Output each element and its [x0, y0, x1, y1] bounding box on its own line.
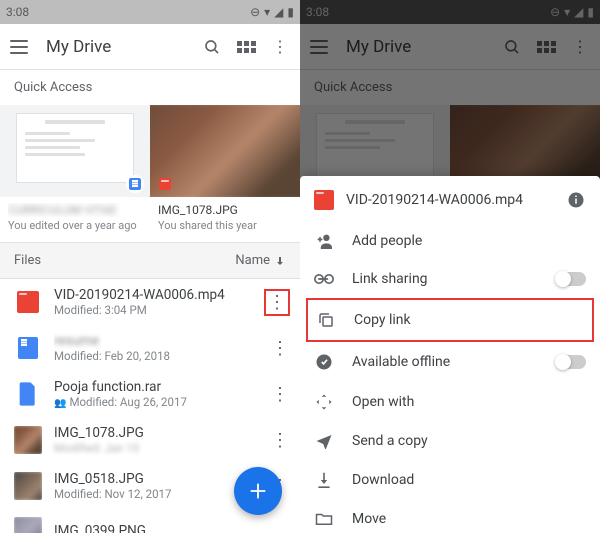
- drive-listing-screen: 3:08 ⊖ ▾ ◢ ▮ My Drive ⋮ Quick Access: [0, 0, 300, 533]
- docs-badge-icon: [126, 175, 144, 193]
- view-grid-icon[interactable]: [236, 37, 256, 57]
- file-name: IMG_0399.PNG: [54, 523, 290, 533]
- action-open-with[interactable]: Open with: [300, 382, 600, 422]
- page-title: My Drive: [46, 37, 202, 57]
- quick-access-label: Quick Access: [0, 70, 300, 105]
- video-badge-icon: [156, 175, 174, 193]
- action-add-people[interactable]: Add people: [300, 222, 600, 260]
- action-label: Move: [352, 511, 386, 527]
- file-subtitle: Modified: Nov 12, 2017: [54, 487, 258, 501]
- sheet-header: VID-20190214-WA0006.mp4: [300, 176, 600, 222]
- highlight-copy-link: Copy link: [306, 298, 594, 342]
- file-subtitle: Modified: Jan 10: [54, 441, 258, 455]
- file-subtitle: Modified: Feb 20, 2018: [54, 349, 258, 363]
- action-label: Copy link: [354, 312, 411, 328]
- app-bar: My Drive ⋮: [0, 24, 300, 70]
- overflow-icon[interactable]: ⋮: [270, 37, 290, 57]
- menu-icon[interactable]: [10, 40, 28, 54]
- generic-file-icon: [14, 380, 42, 408]
- image-thumb-icon: [14, 472, 42, 500]
- file-subtitle: Modified: 3:04 PM: [54, 303, 252, 317]
- action-label: Add people: [352, 233, 422, 249]
- file-name: IMG_1078.JPG: [54, 425, 258, 441]
- image-thumb-icon: [14, 426, 42, 454]
- file-subtitle: 👥Modified: Aug 26, 2017: [54, 395, 258, 409]
- quick-access-row: CURRICULUM VITAE You edited over a year …: [0, 105, 300, 243]
- file-more-icon[interactable]: ⋮: [270, 338, 290, 359]
- link-icon: [314, 273, 334, 285]
- action-send-copy[interactable]: Send a copy: [300, 422, 600, 460]
- file-more-icon[interactable]: ⋮: [270, 384, 290, 405]
- sort-label: Name: [235, 253, 270, 268]
- quick-card-doc[interactable]: CURRICULUM VITAE You edited over a year …: [0, 105, 150, 242]
- image-thumb-icon: [14, 517, 42, 533]
- files-header: Files Name: [0, 243, 300, 279]
- action-label: Link sharing: [352, 271, 428, 287]
- file-row[interactable]: IMG_1078.JPG Modified: Jan 10 ⋮: [0, 417, 300, 463]
- file-name: resume: [54, 333, 258, 349]
- file-row[interactable]: VID-20190214-WA0006.mp4 Modified: 3:04 P…: [0, 279, 300, 325]
- action-label: Available offline: [352, 354, 450, 370]
- action-label: Open with: [352, 394, 414, 410]
- copy-icon: [316, 311, 336, 329]
- file-name: IMG_0518.JPG: [54, 471, 258, 487]
- battery-icon: ▮: [287, 5, 294, 19]
- files-section-label: Files: [14, 253, 41, 268]
- action-label: Send a copy: [352, 433, 428, 449]
- quick-card-name: CURRICULUM VITAE: [8, 203, 142, 217]
- quick-card-name: IMG_1078.JPG: [158, 203, 292, 217]
- link-sharing-toggle[interactable]: [556, 272, 586, 286]
- clock: 3:08: [6, 5, 29, 19]
- file-more-icon[interactable]: ⋮: [270, 430, 290, 451]
- action-available-offline[interactable]: Available offline: [300, 342, 600, 382]
- file-row[interactable]: resume Modified: Feb 20, 2018 ⋮: [0, 325, 300, 371]
- video-file-icon: [314, 190, 334, 210]
- info-icon[interactable]: [566, 190, 586, 210]
- signal-icon: ◢: [274, 5, 283, 19]
- file-actions-sheet: VID-20190214-WA0006.mp4 Add people Link …: [300, 176, 600, 533]
- arrow-down-icon: [274, 255, 286, 267]
- open-with-icon: [314, 393, 334, 411]
- quick-card-sub: You edited over a year ago: [8, 219, 142, 232]
- file-name: VID-20190214-WA0006.mp4: [54, 287, 252, 303]
- offline-toggle[interactable]: [556, 355, 586, 369]
- shared-icon: 👥: [54, 398, 66, 409]
- file-more-icon[interactable]: ⋮: [267, 292, 287, 313]
- sort-button[interactable]: Name: [235, 253, 286, 268]
- status-bar: 3:08 ⊖ ▾ ◢ ▮: [0, 0, 300, 24]
- file-row[interactable]: Pooja function.rar 👥Modified: Aug 26, 20…: [0, 371, 300, 417]
- move-icon: [314, 512, 334, 526]
- quick-card-sub: You shared this year: [158, 219, 292, 232]
- action-move[interactable]: Move: [300, 500, 600, 533]
- highlight-more-button: ⋮: [264, 289, 290, 316]
- sheet-title: VID-20190214-WA0006.mp4: [346, 192, 554, 208]
- wifi-icon: ▾: [264, 5, 270, 19]
- quick-card-image[interactable]: IMG_1078.JPG You shared this year: [150, 105, 300, 242]
- offline-icon: [314, 353, 334, 371]
- plus-icon: [247, 480, 269, 502]
- action-label: Download: [352, 472, 414, 488]
- drive-bottom-sheet-screen: 3:08 ⊖▾◢▮ My Drive ⋮ Quick Access CURRIC…: [300, 0, 600, 533]
- fab-add-button[interactable]: [234, 467, 282, 515]
- docs-file-icon: [14, 334, 42, 362]
- video-file-icon: [14, 288, 42, 316]
- file-name: Pooja function.rar: [54, 379, 258, 395]
- action-link-sharing[interactable]: Link sharing: [300, 260, 600, 298]
- add-people-icon: [314, 233, 334, 249]
- send-icon: [314, 433, 334, 449]
- dnd-icon: ⊖: [250, 5, 260, 19]
- action-copy-link[interactable]: Copy link: [308, 300, 592, 340]
- download-icon: [314, 471, 334, 489]
- search-icon[interactable]: [202, 37, 222, 57]
- action-download[interactable]: Download: [300, 460, 600, 500]
- status-icons: ⊖ ▾ ◢ ▮: [250, 5, 294, 19]
